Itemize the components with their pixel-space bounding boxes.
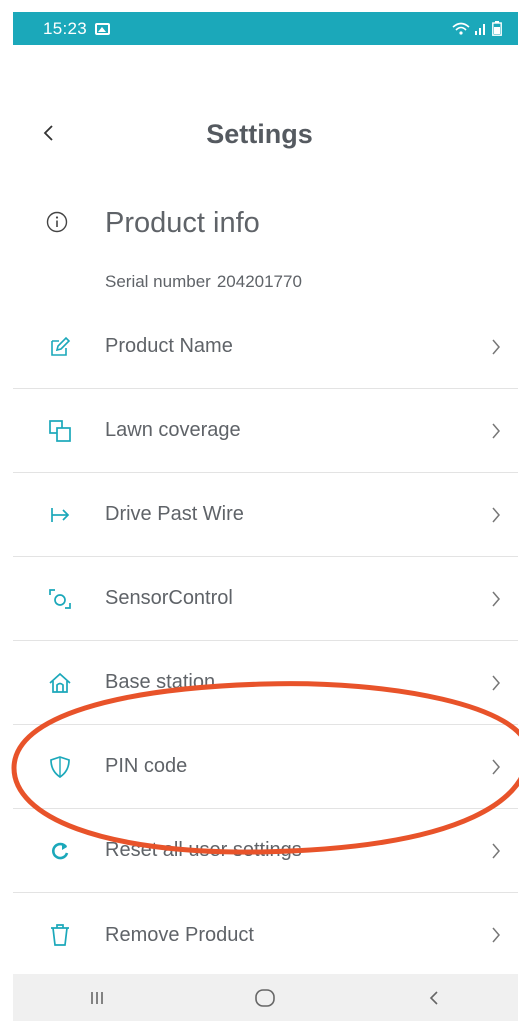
- home-icon: [46, 669, 74, 697]
- menu-item-label: Product Name: [105, 335, 233, 357]
- chevron-right-icon: [488, 337, 504, 357]
- menu-item-pin-code[interactable]: PIN code: [13, 725, 518, 809]
- menu-item-label: PIN code: [105, 755, 188, 777]
- chevron-right-icon: [488, 421, 504, 441]
- app-header: Settings: [0, 105, 519, 165]
- reset-icon: [46, 837, 74, 865]
- serial-label: Serial number: [105, 272, 211, 291]
- chevron-right-icon: [488, 841, 504, 861]
- serial-value: 204201770: [216, 272, 302, 291]
- menu-item-reset-settings[interactable]: Reset all user settings: [13, 809, 518, 893]
- overlap-squares-icon: [46, 417, 74, 445]
- wifi-icon: [452, 22, 470, 35]
- recent-apps-icon: [91, 991, 103, 1004]
- chevron-right-icon: [488, 757, 504, 777]
- menu-item-label: SensorControl: [105, 587, 233, 609]
- trash-icon: [46, 921, 74, 949]
- image-notification-icon: [95, 22, 111, 35]
- menu-item-label: Base station: [105, 671, 216, 693]
- serial-number: Serial number 204201770: [105, 272, 302, 292]
- recent-apps-button[interactable]: [67, 978, 127, 1018]
- system-nav-bar: [13, 974, 518, 1021]
- chevron-right-icon: [488, 589, 504, 609]
- chevron-right-icon: [488, 925, 504, 945]
- status-time: 15:23: [43, 18, 88, 38]
- sensor-frame-icon: [46, 585, 74, 613]
- info-icon: [46, 211, 68, 233]
- menu-item-sensorcontrol[interactable]: SensorControl: [13, 557, 518, 641]
- chevron-right-icon: [488, 505, 504, 525]
- menu-item-label: Lawn coverage: [105, 419, 241, 441]
- menu-item-remove-product[interactable]: Remove Product: [13, 893, 518, 977]
- menu-item-drive-past-wire[interactable]: Drive Past Wire: [13, 473, 518, 557]
- status-icons: [452, 21, 502, 36]
- signal-icon: [475, 23, 485, 35]
- menu-item-label: Remove Product: [105, 923, 254, 946]
- system-back-button[interactable]: [404, 978, 464, 1018]
- edit-icon: [46, 333, 74, 361]
- arrow-right-bar-icon: [46, 501, 74, 529]
- menu-item-lawn-coverage[interactable]: Lawn coverage: [13, 389, 518, 473]
- chevron-right-icon: [488, 673, 504, 693]
- status-bar: 15:23: [13, 12, 518, 45]
- menu-item-label: Drive Past Wire: [105, 503, 244, 525]
- menu-item-base-station[interactable]: Base station: [13, 641, 518, 725]
- shield-icon: [46, 753, 74, 781]
- back-chevron-icon: [429, 990, 438, 1005]
- battery-icon: [492, 21, 502, 36]
- section-title: Product info: [105, 207, 260, 239]
- settings-list: Product Name Lawn coverage Drive Past Wi…: [13, 305, 518, 977]
- home-button[interactable]: [235, 978, 295, 1018]
- product-info-section: Product info: [0, 195, 519, 255]
- menu-item-product-name[interactable]: Product Name: [13, 305, 518, 389]
- menu-item-label: Reset all user settings: [105, 839, 302, 861]
- home-circle-icon: [255, 988, 276, 1007]
- page-title: Settings: [206, 119, 313, 149]
